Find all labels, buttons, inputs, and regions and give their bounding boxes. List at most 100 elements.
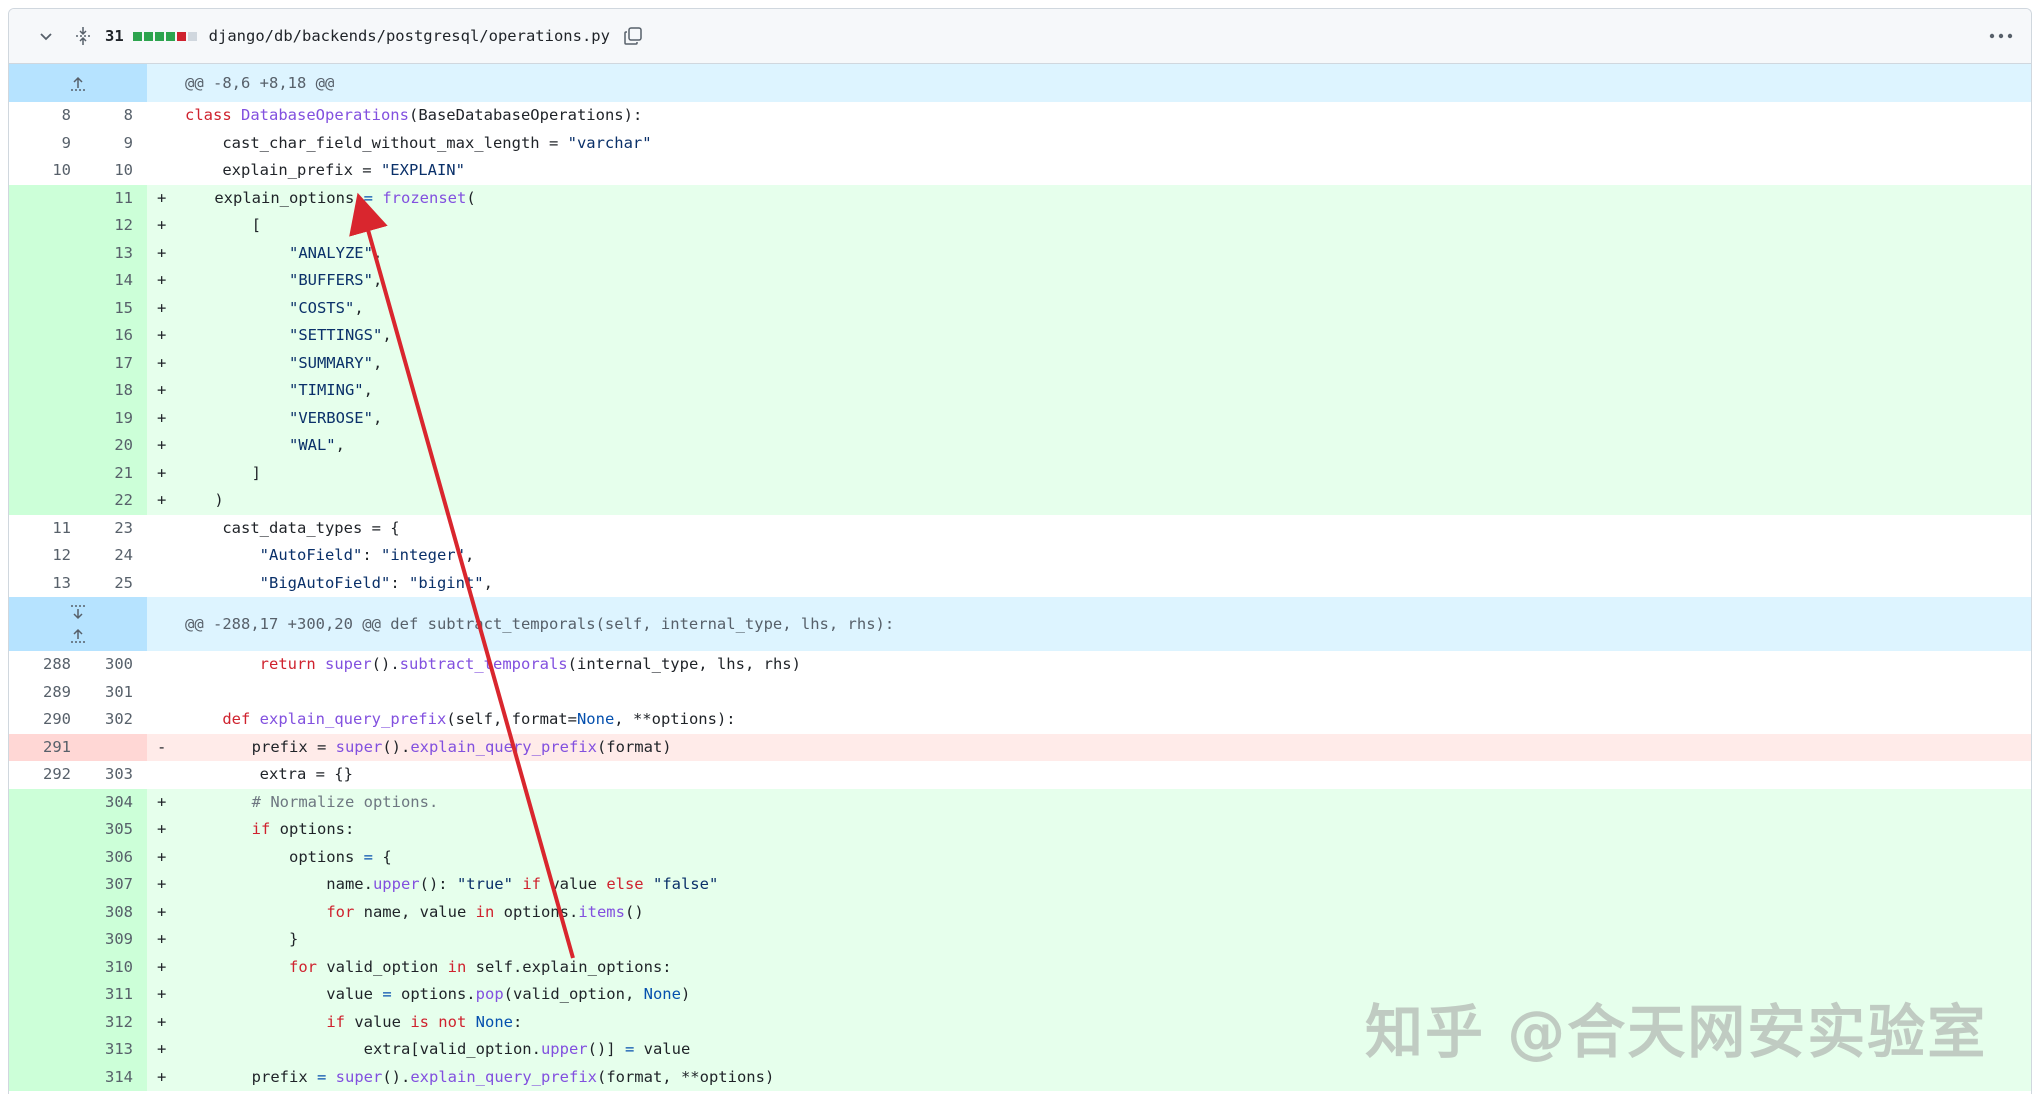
code-token: (): [419, 875, 457, 893]
code-token: "AutoField" [259, 546, 363, 564]
code-text: "AutoField": "integer", [177, 542, 2031, 570]
code-token: (internal_type, lhs, rhs) [567, 655, 801, 673]
new-line-number[interactable]: 10 [9, 157, 147, 185]
new-line-number[interactable]: 23 [9, 515, 147, 543]
file-path[interactable]: django/db/backends/postgresql/operations… [209, 27, 610, 45]
new-line-number[interactable]: 303 [9, 761, 147, 789]
code-token: "EXPLAIN" [380, 161, 465, 179]
new-line-number[interactable]: 312 [9, 1009, 147, 1037]
code-token: return [259, 655, 316, 673]
new-line-number[interactable]: 16 [9, 322, 147, 350]
new-line-number[interactable]: 17 [9, 350, 147, 378]
code-token: explain_prefix = [185, 161, 381, 179]
new-line-number[interactable]: 304 [9, 789, 147, 817]
code-token: (). [382, 1067, 411, 1086]
new-line-number[interactable]: 301 [9, 679, 147, 707]
diffstat-block [154, 31, 164, 41]
diff-marker: + [157, 491, 167, 509]
new-line-number[interactable]: 314 [9, 1064, 147, 1092]
new-line-number[interactable]: 302 [9, 706, 147, 734]
diff-marker: + [157, 957, 167, 976]
new-line-number[interactable]: 307 [9, 871, 147, 899]
code-token: in [475, 902, 495, 921]
code-token: cast_data_types = { [185, 518, 400, 537]
diff-line: 292 303 extra = {} [9, 761, 2031, 789]
code-token: pop [475, 985, 504, 1003]
code-token: options [177, 847, 364, 866]
new-line-number[interactable]: 22 [9, 487, 147, 515]
new-line-number[interactable]: 18 [9, 377, 147, 405]
new-line-number[interactable]: 25 [9, 570, 147, 598]
expand-all-icon[interactable] [71, 24, 95, 48]
code-text: "BigAutoField": "bigint", [177, 570, 2031, 598]
diff-marker: + [157, 326, 167, 344]
diff-line: 8 8 class DatabaseOperations(BaseDatabaseO… [9, 102, 2031, 130]
new-line-number[interactable] [9, 734, 147, 762]
new-line-number[interactable]: 313 [9, 1036, 147, 1064]
new-line-number[interactable]: 306 [9, 844, 147, 872]
new-line-number[interactable]: 311 [9, 981, 147, 1009]
new-line-number[interactable]: 12 [9, 212, 147, 240]
code-token: name. [177, 875, 373, 893]
diff-line: 19 + "VERBOSE", [9, 404, 2031, 433]
new-line-number[interactable]: 15 [9, 295, 147, 323]
new-line-number[interactable]: 11 [9, 185, 147, 213]
diff-marker: + [157, 353, 167, 372]
expand-both-button[interactable] [9, 597, 147, 651]
code-token: for [288, 957, 317, 976]
new-line-number[interactable]: 19 [9, 405, 147, 433]
new-line-number[interactable]: 21 [9, 460, 147, 488]
diffstat-block [143, 31, 153, 41]
diff-line: 307 + name.upper(): "true" if value else … [9, 871, 2031, 899]
watermark-text: 知乎 @合天网安实验室 [1365, 998, 1988, 1066]
new-line-number[interactable]: 9 [9, 130, 147, 158]
diff-line: 291- prefix = super().explain_query_pref… [9, 733, 2031, 762]
new-line-number[interactable]: 14 [9, 267, 147, 295]
new-line-number[interactable]: 300 [9, 651, 147, 679]
new-line-number[interactable]: 305 [9, 816, 147, 844]
expand-down-icon[interactable] [69, 605, 87, 621]
code-token: () [624, 902, 644, 921]
code-text: "COSTS", [177, 295, 2031, 323]
code-token: "SETTINGS" [288, 326, 383, 344]
code-token: in [447, 957, 467, 976]
new-line-number[interactable]: 8 [9, 102, 147, 130]
expand-up-icon[interactable] [69, 627, 87, 643]
new-line-number[interactable]: 308 [9, 899, 147, 927]
code-text: # Normalize options. [177, 789, 2031, 817]
new-line-number[interactable]: 20 [9, 432, 147, 460]
code-text: } [177, 926, 2031, 954]
code-token: if [522, 875, 541, 893]
code-token: # Normalize options. [251, 792, 439, 811]
expand-up-button[interactable] [9, 64, 147, 102]
diff-marker: + [157, 408, 167, 427]
new-line-number[interactable]: 310 [9, 954, 147, 982]
collapse-chevron-icon[interactable] [35, 25, 57, 47]
diff-line: 16 + "SETTINGS", [9, 322, 2031, 350]
more-options-kebab-icon[interactable] [1983, 21, 2019, 51]
file-header: 31 django/db/backends/postgresql/operati… [9, 9, 2031, 64]
expand-up-icon [71, 76, 85, 91]
diff-marker: + [157, 930, 167, 948]
code-token: (valid_option, [503, 985, 644, 1003]
code-token: "BigAutoField" [259, 573, 391, 592]
hunk-header-text: @@ -288,17 +300,20 @@ def subtract_tempo… [185, 615, 895, 633]
code-text: "TIMING", [177, 377, 2031, 405]
new-line-number[interactable]: 309 [9, 926, 147, 954]
code-token: explain_options [177, 188, 364, 207]
copy-path-icon[interactable] [622, 25, 644, 47]
code-token: ()] [587, 1040, 625, 1058]
diff-marker: + [157, 188, 167, 207]
diff-marker: + [157, 1012, 167, 1031]
code-text: "VERBOSE", [177, 405, 2031, 433]
new-line-number[interactable]: 24 [9, 542, 147, 570]
new-line-number[interactable]: 13 [9, 240, 147, 268]
diffstat-block [187, 31, 197, 41]
diff-line: 304 + # Normalize options. [9, 788, 2031, 817]
